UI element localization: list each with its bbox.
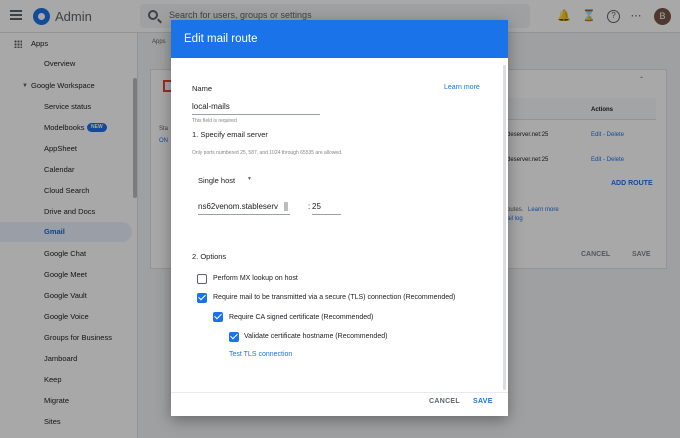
require-tls-checkbox[interactable]: [197, 293, 207, 303]
test-tls-link[interactable]: Test TLS connection: [229, 351, 292, 358]
name-label: Name: [192, 84, 213, 93]
name-field[interactable]: local-mails: [192, 99, 320, 115]
edit-mail-route-dialog: Edit mail route Name Learn more local-ma…: [171, 20, 508, 416]
mx-lookup-label: Perform MX lookup on host: [213, 275, 298, 282]
dialog-title: Edit mail route: [184, 33, 258, 45]
require-tls-label: Require mail to be transmitted via a sec…: [213, 294, 456, 301]
validate-hostname-checkbox[interactable]: [229, 332, 239, 342]
port-field[interactable]: 25: [312, 199, 341, 215]
mx-lookup-checkbox[interactable]: [197, 274, 207, 284]
require-ca-checkbox[interactable]: [213, 312, 223, 322]
require-ca-label: Require CA signed certificate (Recommend…: [229, 314, 374, 321]
required-hint: This field is required: [192, 118, 237, 124]
save-button[interactable]: SAVE: [473, 398, 493, 405]
cancel-button[interactable]: CANCEL: [429, 398, 460, 405]
text-cursor: [284, 202, 288, 211]
dialog-header: Edit mail route: [171, 20, 508, 58]
section-specify-server: 1. Specify email server: [192, 130, 268, 139]
host-mode-select[interactable]: Single host: [198, 176, 235, 185]
host-field[interactable]: ns62venom.stableserv: [198, 199, 290, 215]
section-options: 2. Options: [192, 252, 227, 261]
select-caret-icon[interactable]: ▼: [247, 176, 252, 182]
port-separator: :: [308, 202, 311, 211]
ports-hint: Only ports numbered 25, 587, and 1024 th…: [192, 150, 343, 156]
validate-hostname-label: Validate certificate hostname (Recommend…: [244, 333, 388, 340]
dialog-scrollbar[interactable]: [503, 65, 506, 390]
learn-more-link[interactable]: Learn more: [444, 84, 480, 91]
